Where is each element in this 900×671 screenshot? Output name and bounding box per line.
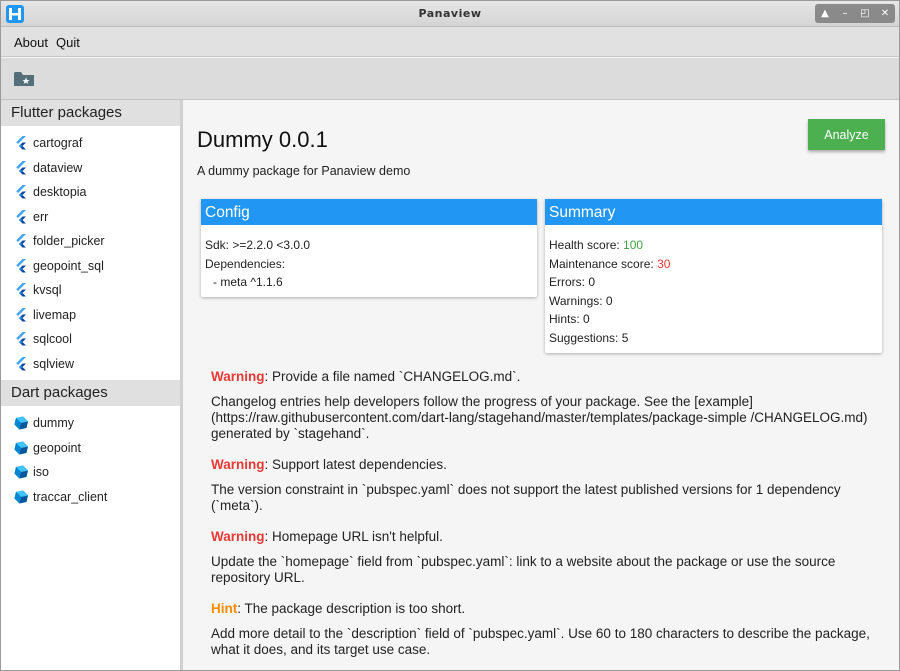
flutter-package-item[interactable]: geopoint_sql	[1, 254, 180, 279]
issue-title: Warning: Support latest dependencies.	[211, 456, 881, 474]
dart-package-list: dummy geopoint iso traccar_client	[1, 406, 180, 513]
flutter-package-item[interactable]: livemap	[1, 303, 180, 328]
package-name: geopoint_sql	[33, 258, 104, 273]
menu-bar: About Quit	[1, 27, 899, 57]
flutter-package-item[interactable]: sqlcool	[1, 327, 180, 352]
title-bar: Panaview ▲ – ◰ ✕	[1, 1, 899, 27]
analyze-button[interactable]: Analyze	[808, 119, 885, 150]
flutter-icon	[16, 332, 26, 346]
package-name: traccar_client	[33, 489, 108, 504]
window-title: Panaview	[418, 7, 482, 20]
flutter-icon	[16, 185, 26, 199]
package-name: cartograf	[33, 136, 83, 151]
config-card-title: Config	[201, 199, 537, 225]
dart-icon	[14, 490, 28, 504]
summary-card-title: Summary	[545, 199, 882, 225]
package-name: err	[33, 209, 49, 224]
dart-packages-heading: Dart packages	[1, 380, 180, 406]
flutter-icon	[16, 136, 26, 150]
flutter-icon	[16, 209, 26, 224]
flutter-package-list: cartograf dataview desktopia err folder_pick…	[1, 126, 180, 380]
menu-quit[interactable]: Quit	[56, 35, 80, 50]
issue-title: Hint: The package description is too sho…	[211, 600, 881, 618]
dart-package-item[interactable]: geopoint	[1, 436, 180, 461]
config-dependency: - meta ^1.1.6	[213, 275, 283, 289]
issue-body: The version constraint in `pubspec.yaml`…	[211, 482, 841, 513]
package-name: sqlview	[33, 356, 74, 371]
package-name: geopoint	[33, 440, 81, 455]
flutter-package-item[interactable]: dataview	[1, 156, 180, 181]
package-name: iso	[33, 465, 49, 480]
dart-icon	[14, 441, 28, 455]
errors-count: Errors: 0	[549, 275, 596, 289]
dart-icon	[14, 465, 28, 479]
issue-title: Warning: Provide a file named `CHANGELOG…	[211, 368, 881, 386]
package-name: kvsql	[33, 283, 62, 298]
package-title: Dummy 0.0.1	[197, 127, 328, 152]
suggestions-count: Suggestions: 5	[549, 330, 629, 345]
window-controls: ▲ – ◰ ✕	[815, 4, 895, 23]
package-name: livemap	[33, 307, 77, 322]
package-name: dummy	[33, 416, 74, 431]
dart-package-item[interactable]: dummy	[1, 411, 180, 436]
flutter-package-item[interactable]: folder_picker	[1, 229, 180, 254]
sidebar: Flutter packages cartograf dataview deskto…	[1, 100, 183, 670]
issue-level: Warning	[211, 369, 265, 384]
health-score: Health score: 100	[549, 238, 644, 252]
warnings-count: Warnings: 0	[549, 293, 613, 308]
dart-icon	[14, 416, 28, 430]
issue-level: Warning	[211, 529, 265, 544]
package-name: dataview	[33, 160, 83, 175]
issue-body: Update the `homepage` field from `pubspe…	[211, 554, 836, 585]
flutter-icon	[16, 234, 26, 248]
issue-title-text: : Support latest dependencies.	[264, 457, 447, 472]
dart-package-item[interactable]: iso	[1, 460, 180, 485]
flutter-package-item[interactable]: kvsql	[1, 278, 180, 303]
issue-title: Warning: Homepage URL isn't helpful.	[211, 528, 881, 546]
maximize-button[interactable]: ◰	[857, 8, 873, 19]
flutter-package-item[interactable]: cartograf	[1, 131, 180, 156]
hints-count: Hints: 0	[549, 312, 590, 326]
config-dependencies-label: Dependencies:	[205, 256, 286, 271]
flutter-icon	[16, 160, 26, 175]
summary-card: Summary Health score: 100 Maintenance sc…	[545, 199, 882, 353]
issue-body: Changelog entries help developers follow…	[211, 394, 868, 441]
issues-list: Warning: Provide a file named `CHANGELOG…	[211, 368, 881, 671]
package-name: desktopia	[33, 185, 87, 200]
package-name: folder_picker	[33, 234, 105, 249]
config-sdk: Sdk: >=2.2.0 <3.0.0	[205, 238, 311, 252]
flutter-icon	[16, 258, 26, 273]
package-name: sqlcool	[33, 332, 72, 347]
issue-title-text: : Provide a file named `CHANGELOG.md`.	[264, 369, 521, 384]
minimize-button[interactable]: –	[837, 8, 853, 19]
flutter-package-item[interactable]: desktopia	[1, 180, 180, 205]
folder-star-icon[interactable]	[13, 69, 35, 89]
shade-window-button[interactable]: ▲	[817, 8, 833, 19]
flutter-icon	[16, 356, 26, 371]
issue-level: Hint	[211, 601, 238, 616]
flutter-icon	[16, 307, 26, 322]
main-panel: Dummy 0.0.1 A dummy package for Panaview…	[184, 100, 899, 670]
maintenance-score: Maintenance score: 30	[549, 256, 671, 271]
menu-about[interactable]: About	[14, 35, 48, 50]
flutter-package-item[interactable]: err	[1, 205, 180, 230]
summary-card-body: Health score: 100 Maintenance score: 30 …	[545, 225, 882, 353]
flutter-package-item[interactable]: sqlview	[1, 352, 180, 377]
config-card: Config Sdk: >=2.2.0 <3.0.0 Dependencies:…	[201, 199, 537, 297]
flutter-packages-heading: Flutter packages	[1, 100, 180, 126]
issue-body: Add more detail to the `description` fie…	[211, 626, 870, 657]
maintenance-score-value: 30	[657, 256, 671, 271]
flutter-icon	[16, 283, 26, 297]
issue-level: Warning	[211, 457, 265, 472]
app-window: Panaview ▲ – ◰ ✕ About Quit Flutter pack…	[0, 0, 900, 671]
config-card-body: Sdk: >=2.2.0 <3.0.0 Dependencies: - meta…	[201, 225, 537, 298]
issue-title-text: : The package description is too short.	[237, 601, 466, 616]
toolbar	[1, 58, 899, 100]
close-button[interactable]: ✕	[877, 8, 893, 19]
issue-title-text: : Homepage URL isn't helpful.	[264, 529, 443, 544]
package-description: A dummy package for Panaview demo	[197, 164, 411, 178]
health-score-value: 100	[623, 238, 644, 252]
dart-package-item[interactable]: traccar_client	[1, 485, 180, 510]
